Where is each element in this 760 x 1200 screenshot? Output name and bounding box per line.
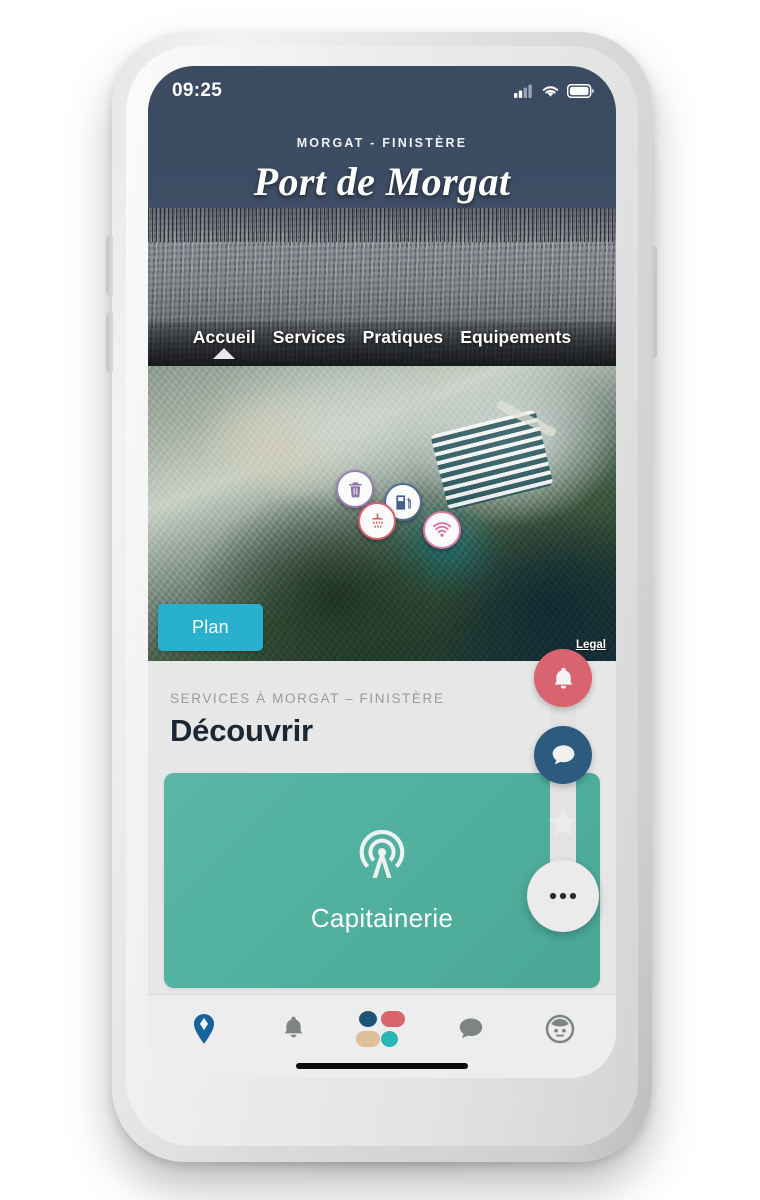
- phone-screen: 09:25 MORGAT - FINISTÈRE Port de Morgat …: [148, 66, 616, 1078]
- wifi-marker[interactable]: [423, 511, 461, 549]
- nav-messages[interactable]: [440, 1005, 502, 1053]
- home-indicator[interactable]: [296, 1063, 468, 1069]
- tab-accueil-label: Accueil: [192, 327, 256, 347]
- shower-icon: [371, 513, 383, 528]
- chat-bubble-icon: [552, 744, 574, 764]
- messages-fab[interactable]: [534, 726, 592, 784]
- tab-equipements[interactable]: Equipements: [460, 327, 571, 358]
- person-icon: [545, 1014, 574, 1043]
- volume-down-button[interactable]: [106, 312, 113, 372]
- nav-profile[interactable]: [529, 1005, 591, 1053]
- chat-bubble-icon: [459, 1018, 483, 1038]
- status-bar-time: 09:25: [172, 80, 223, 101]
- battery-icon: [567, 84, 594, 98]
- favorites-fab[interactable]: [538, 798, 588, 848]
- status-bar: 09:25: [148, 66, 616, 112]
- tab-services[interactable]: Services: [273, 327, 346, 358]
- capitainerie-card-label: Capitainerie: [310, 903, 454, 933]
- tab-services-label: Services: [272, 327, 346, 347]
- beacon-tower-icon: [359, 829, 405, 878]
- app-logo-icon: [355, 1010, 405, 1047]
- tab-equipements-label: Equipements: [460, 327, 572, 347]
- more-fab[interactable]: [527, 860, 599, 932]
- tab-pratiques[interactable]: Pratiques: [363, 327, 444, 358]
- main-navigation-tabs: Accueil Services Pratiques Equipements: [148, 327, 616, 359]
- status-bar-icons: [514, 84, 594, 98]
- volume-up-button[interactable]: [106, 236, 113, 296]
- logo-dot-bottom-left: [355, 1030, 380, 1047]
- fuel-pump-icon: [395, 494, 411, 510]
- power-button[interactable]: [649, 246, 657, 358]
- location-pin-icon: [194, 1013, 215, 1044]
- map-plan-button[interactable]: Plan: [158, 604, 263, 651]
- trash-icon: [348, 481, 362, 497]
- shower-marker[interactable]: [358, 502, 396, 540]
- nav-home[interactable]: [351, 1005, 413, 1053]
- page-title: Port de Morgat: [253, 159, 511, 204]
- wifi-icon: [432, 522, 452, 537]
- wifi-icon: [542, 86, 559, 97]
- floating-action-stack: [527, 649, 599, 932]
- tab-accueil[interactable]: Accueil: [192, 327, 256, 359]
- nav-alerts[interactable]: [262, 1005, 324, 1053]
- header-location-kicker: MORGAT - FINISTÈRE: [296, 136, 468, 150]
- bell-icon: [554, 667, 572, 689]
- tab-pratiques-label: Pratiques: [362, 327, 444, 347]
- logo-dot-top-left: [358, 1010, 377, 1027]
- active-tab-indicator: [213, 348, 236, 359]
- satellite-map[interactable]: Plan Legal: [148, 366, 616, 661]
- alerts-fab[interactable]: [534, 649, 592, 707]
- nav-map[interactable]: [173, 1005, 235, 1053]
- bell-icon: [284, 1016, 302, 1038]
- content-area: SERVICES À MORGAT – FINISTÈRE Découvrir …: [148, 649, 616, 1078]
- logo-dot-top-right: [380, 1010, 405, 1027]
- app-header: MORGAT - FINISTÈRE Port de Morgat Accuei…: [148, 112, 616, 366]
- star-icon: [549, 809, 577, 836]
- waste-disposal-marker[interactable]: [336, 470, 374, 508]
- cellular-signal-icon: [514, 84, 532, 98]
- logo-dot-bottom-right: [380, 1030, 398, 1047]
- ellipsis-icon: [549, 892, 577, 900]
